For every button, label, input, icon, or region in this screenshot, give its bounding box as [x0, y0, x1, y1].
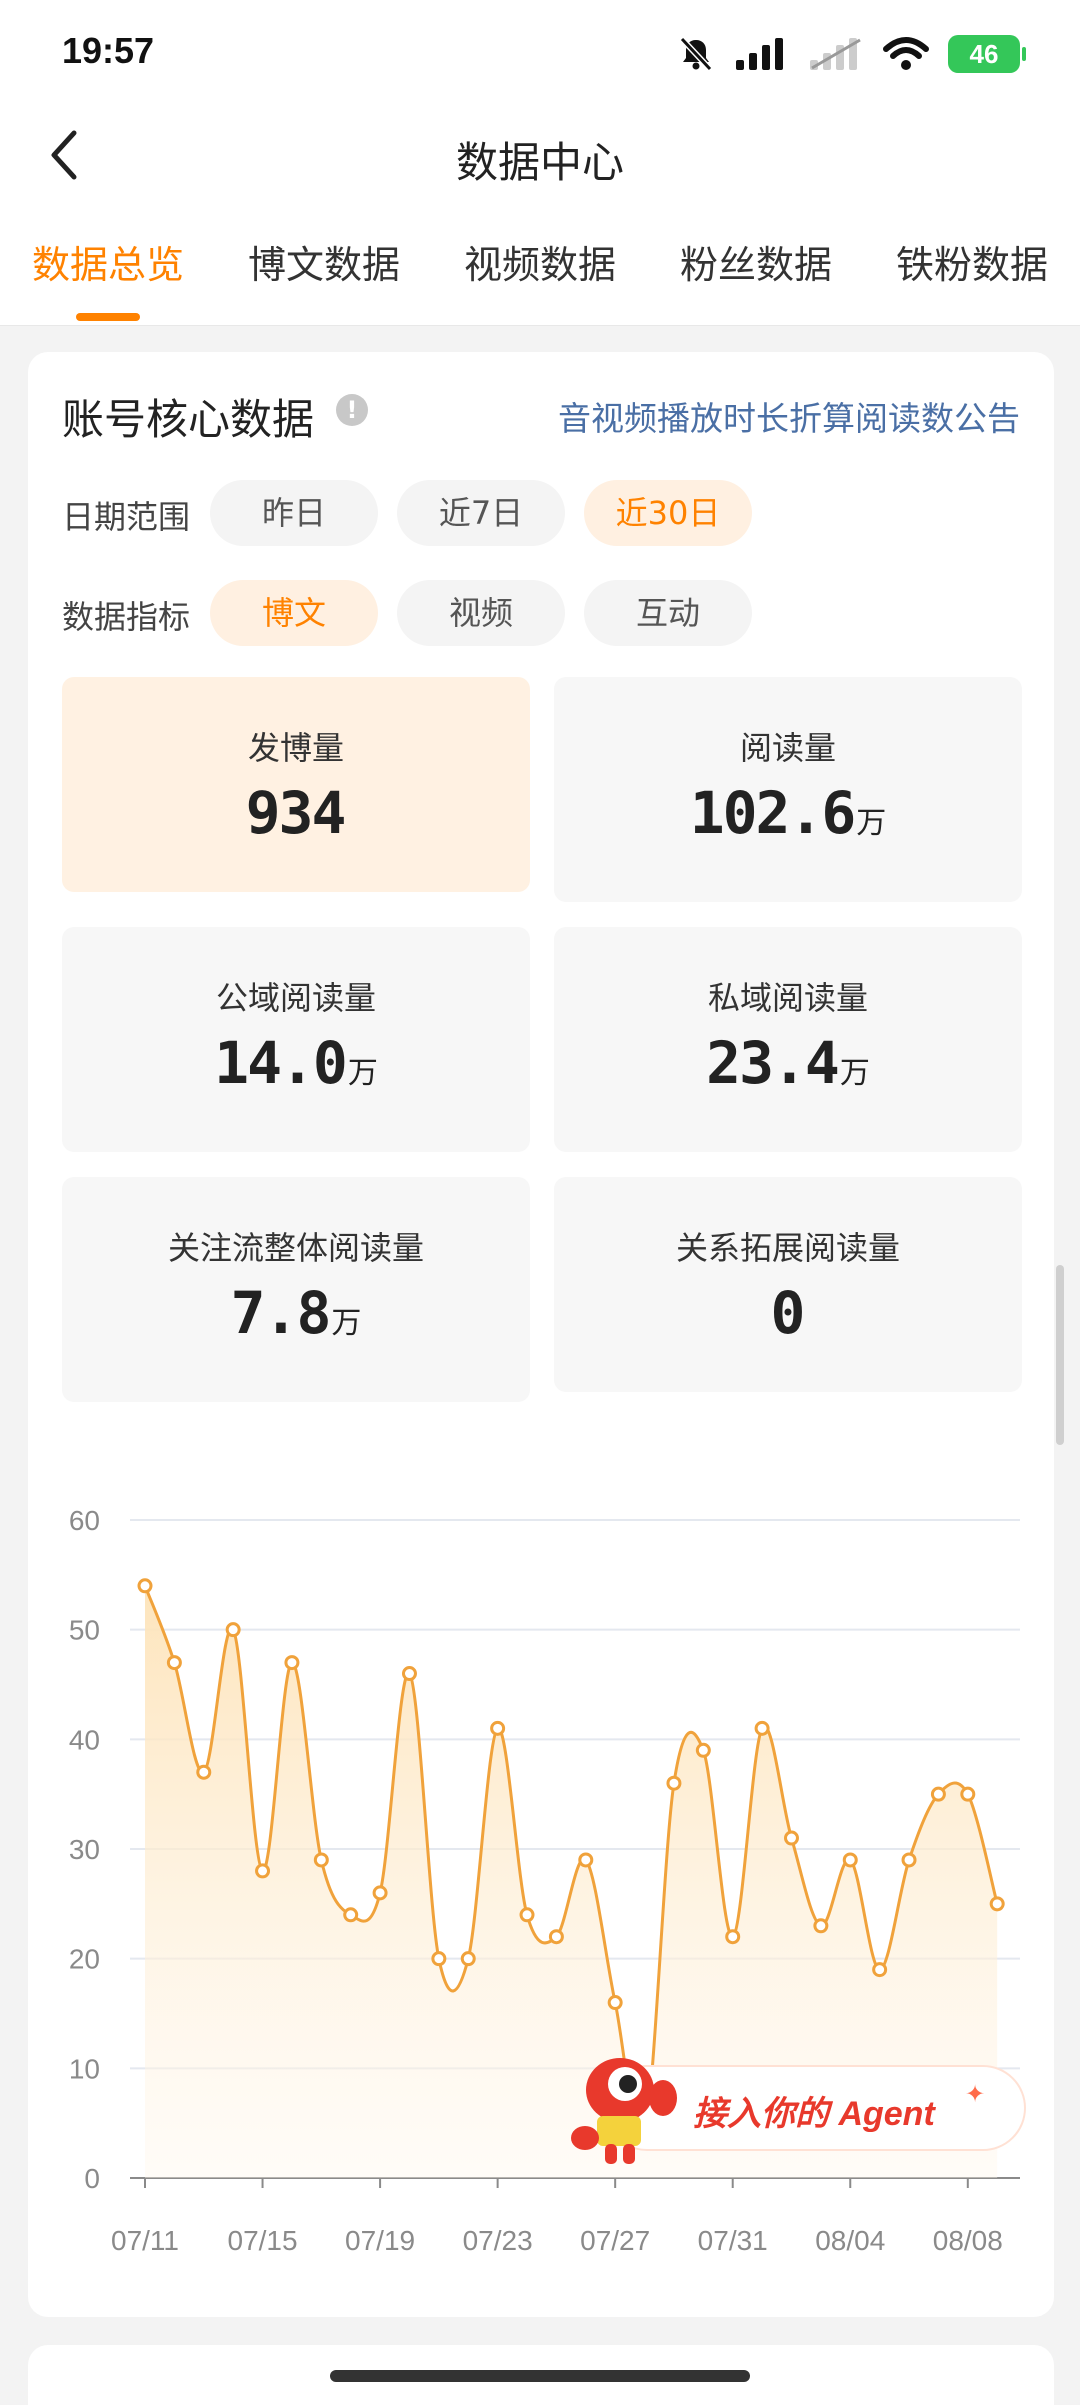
y-tick-label: 0	[84, 2163, 100, 2194]
agent-promo-banner[interactable]: 接入你的 Agent ✦	[565, 2058, 1027, 2164]
data-point	[607, 1995, 623, 2011]
data-point	[725, 1929, 741, 1945]
y-tick-label: 20	[69, 1944, 100, 1975]
y-tick-label: 50	[69, 1615, 100, 1646]
x-tick-label: 07/31	[698, 2225, 768, 2256]
data-point	[783, 1830, 799, 1846]
home-indicator[interactable]	[330, 2370, 750, 2382]
data-point	[519, 1907, 535, 1923]
y-tick-label: 10	[69, 2053, 100, 2084]
scrollbar[interactable]	[1056, 1265, 1064, 1445]
data-point	[255, 1863, 271, 1879]
y-tick-label: 40	[69, 1724, 100, 1755]
lobster-mascot-icon	[571, 2058, 677, 2164]
data-point	[930, 1786, 946, 1802]
data-point	[872, 1962, 888, 1978]
data-point	[460, 1951, 476, 1967]
data-point	[842, 1852, 858, 1868]
data-point	[431, 1951, 447, 1967]
x-tick-label: 07/11	[111, 2225, 179, 2256]
read-trend-chart[interactable]: 0 10 20 30 40 50 60 07/11 07/15 07/19 07/23 07/27 07…	[0, 0, 1080, 2300]
data-point	[313, 1852, 329, 1868]
x-tick-label: 08/04	[815, 2225, 885, 2256]
x-tick-label: 07/19	[345, 2225, 415, 2256]
y-tick-label: 60	[69, 1505, 100, 1536]
data-point	[754, 1720, 770, 1736]
data-point	[578, 1852, 594, 1868]
y-tick-label: 30	[69, 1834, 100, 1865]
data-point	[901, 1852, 917, 1868]
data-point	[166, 1655, 182, 1671]
data-point	[548, 1929, 564, 1945]
x-tick-label: 07/23	[463, 2225, 533, 2256]
data-point	[284, 1655, 300, 1671]
data-point	[196, 1764, 212, 1780]
data-point	[813, 1918, 829, 1934]
data-point	[225, 1622, 241, 1638]
agent-banner-text: 接入你的 Agent	[693, 2095, 935, 2133]
x-tick-label: 07/27	[580, 2225, 650, 2256]
x-tick-label: 07/15	[228, 2225, 298, 2256]
data-point	[343, 1907, 359, 1923]
data-point	[490, 1720, 506, 1736]
data-point	[401, 1666, 417, 1682]
data-point	[372, 1885, 388, 1901]
data-point	[989, 1896, 1005, 1912]
data-point	[666, 1775, 682, 1791]
data-point	[695, 1742, 711, 1758]
x-tick-label: 08/08	[933, 2225, 1003, 2256]
sparkle-icon: ✦	[965, 2080, 986, 2108]
data-point	[960, 1786, 976, 1802]
data-point	[137, 1578, 153, 1594]
